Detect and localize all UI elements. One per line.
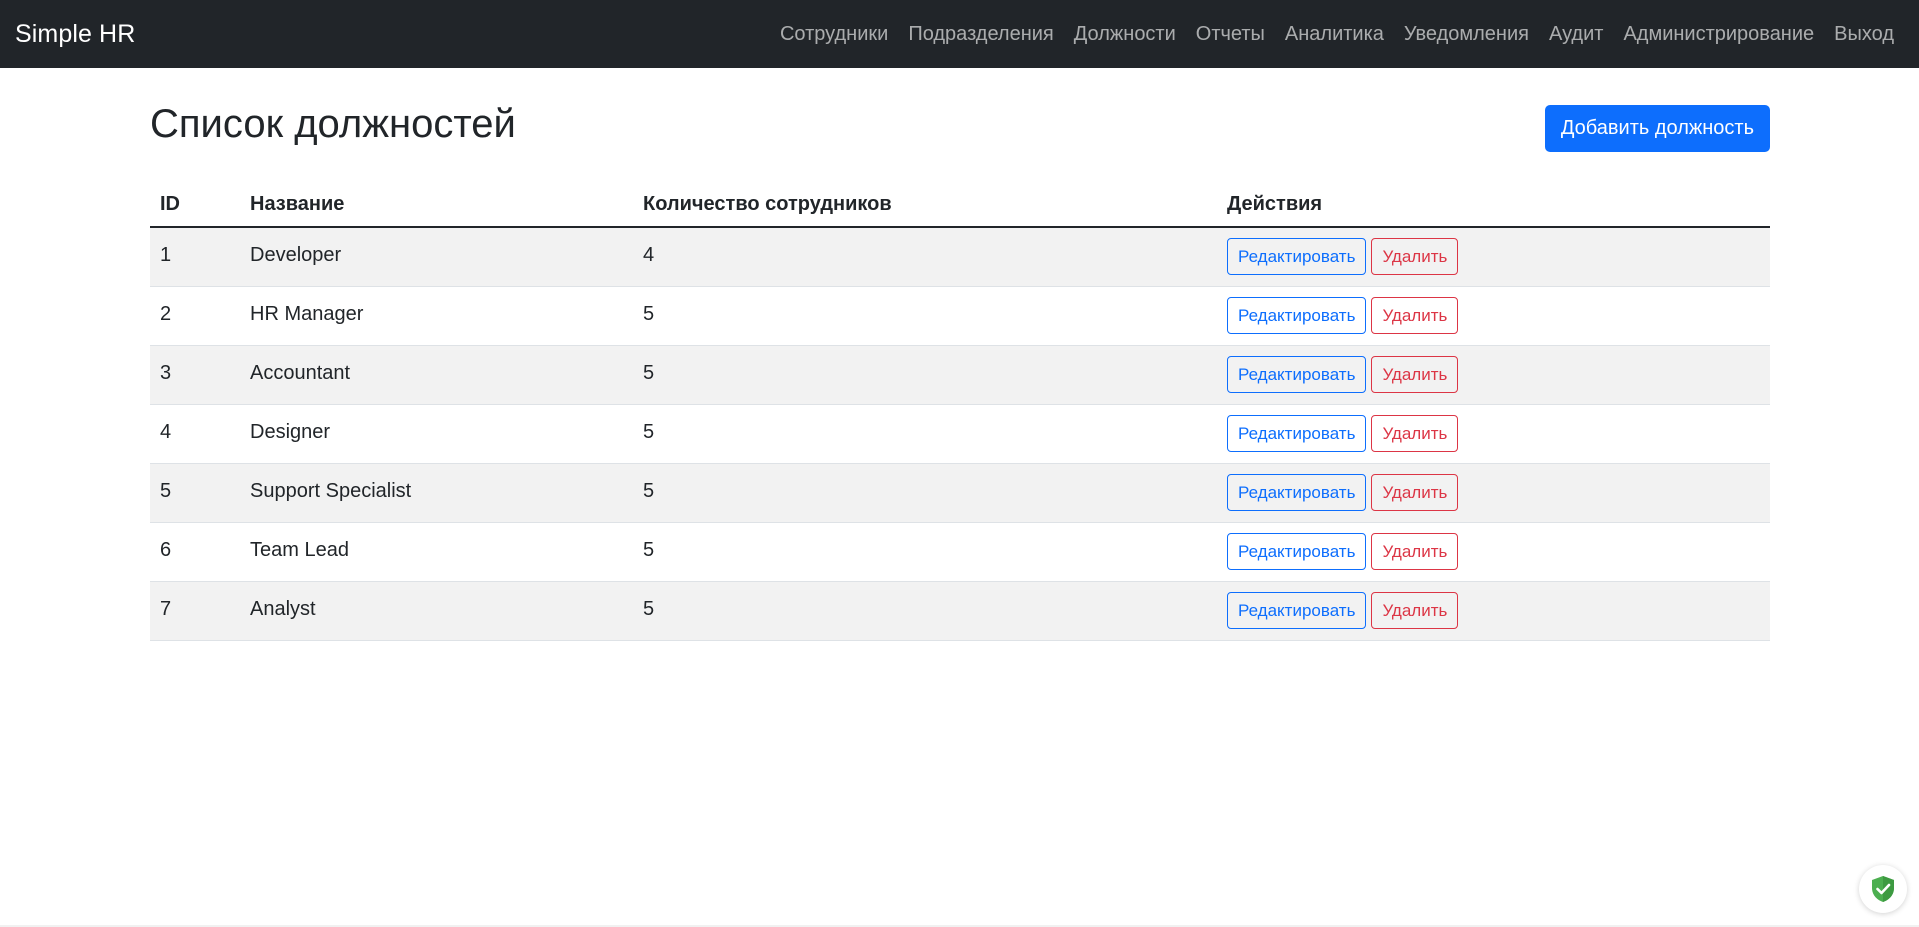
- brand-link[interactable]: Simple HR: [15, 20, 135, 49]
- cell-id: 2: [150, 286, 240, 346]
- cell-employee-count: 5: [633, 581, 1217, 641]
- delete-button[interactable]: Удалить: [1371, 356, 1459, 393]
- cell-employee-count: 5: [633, 286, 1217, 346]
- edit-button[interactable]: Редактировать: [1227, 415, 1367, 452]
- nav-link-reports[interactable]: Отчеты: [1186, 23, 1275, 46]
- cell-actions: Редактировать Удалить: [1217, 345, 1770, 405]
- cell-employee-count: 4: [633, 227, 1217, 287]
- edit-button[interactable]: Редактировать: [1227, 533, 1367, 570]
- cell-actions: Редактировать Удалить: [1217, 286, 1770, 346]
- header-id: ID: [150, 183, 240, 228]
- table-body: 1 Developer 4 Редактировать Удалить 2 HR …: [150, 227, 1770, 641]
- navbar: Simple HR Сотрудники Подразделения Должн…: [0, 0, 1919, 68]
- cell-name: Developer: [240, 227, 633, 287]
- positions-table: ID Название Количество сотрудников Дейст…: [150, 183, 1770, 641]
- table-row: 1 Developer 4 Редактировать Удалить: [150, 227, 1770, 287]
- page-title: Список должностей: [150, 102, 516, 146]
- shield-check-icon-svg: [1872, 876, 1894, 902]
- cell-actions: Редактировать Удалить: [1217, 463, 1770, 523]
- table-row: 5 Support Specialist 5 Редактировать Удал…: [150, 463, 1770, 523]
- cell-id: 4: [150, 404, 240, 464]
- cell-actions: Редактировать Удалить: [1217, 227, 1770, 287]
- nav-link-administration[interactable]: Администрирование: [1613, 23, 1824, 46]
- cell-id: 5: [150, 463, 240, 523]
- edit-button[interactable]: Редактировать: [1227, 592, 1367, 629]
- table-row: 3 Accountant 5 Редактировать Удалить: [150, 345, 1770, 405]
- add-position-button[interactable]: Добавить должность: [1544, 105, 1770, 152]
- cell-id: 3: [150, 345, 240, 405]
- table-head: ID Название Количество сотрудников Дейст…: [150, 183, 1770, 228]
- nav-links: Сотрудники Подразделения Должности Отчет…: [770, 23, 1904, 46]
- cell-actions: Редактировать Удалить: [1217, 522, 1770, 582]
- table-row: 7 Analyst 5 Редактировать Удалить: [150, 581, 1770, 641]
- cell-actions: Редактировать Удалить: [1217, 404, 1770, 464]
- cell-employee-count: 5: [633, 522, 1217, 582]
- edit-button[interactable]: Редактировать: [1227, 238, 1367, 276]
- cell-employee-count: 5: [633, 345, 1217, 405]
- header-actions: Действия: [1217, 183, 1770, 228]
- table-row: 2 HR Manager 5 Редактировать Удалить: [150, 286, 1770, 346]
- nav-link-analytics[interactable]: Аналитика: [1275, 23, 1394, 46]
- nav-link-logout[interactable]: Выход: [1824, 23, 1904, 46]
- delete-button[interactable]: Удалить: [1371, 474, 1459, 511]
- delete-button[interactable]: Удалить: [1371, 592, 1459, 629]
- table-header-row: ID Название Количество сотрудников Дейст…: [150, 183, 1770, 228]
- nav-link-positions[interactable]: Должности: [1064, 23, 1186, 46]
- delete-button[interactable]: Удалить: [1371, 533, 1459, 570]
- cell-name: Designer: [240, 404, 633, 464]
- page-header: Список должностей Добавить должность: [150, 68, 1770, 183]
- delete-button[interactable]: Удалить: [1371, 238, 1459, 276]
- header-employee-count: Количество сотрудников: [633, 183, 1217, 228]
- edit-button[interactable]: Редактировать: [1227, 474, 1367, 511]
- header-name: Название: [240, 183, 633, 228]
- cell-actions: Редактировать Удалить: [1217, 581, 1770, 641]
- cell-name: Analyst: [240, 581, 633, 641]
- table-row: 6 Team Lead 5 Редактировать Удалить: [150, 522, 1770, 582]
- nav-link-employees[interactable]: Сотрудники: [770, 23, 898, 46]
- table-row: 4 Designer 5 Редактировать Удалить: [150, 404, 1770, 464]
- cell-employee-count: 5: [633, 463, 1217, 523]
- cell-name: Team Lead: [240, 522, 633, 582]
- delete-button[interactable]: Удалить: [1371, 297, 1459, 334]
- cell-id: 7: [150, 581, 240, 641]
- shield-check-icon[interactable]: [1859, 865, 1907, 913]
- delete-button[interactable]: Удалить: [1371, 415, 1459, 452]
- cell-id: 1: [150, 227, 240, 287]
- edit-button[interactable]: Редактировать: [1227, 297, 1367, 334]
- cell-name: Accountant: [240, 345, 633, 405]
- cell-name: HR Manager: [240, 286, 633, 346]
- nav-link-notifications[interactable]: Уведомления: [1394, 23, 1539, 46]
- cell-name: Support Specialist: [240, 463, 633, 523]
- nav-link-audit[interactable]: Аудит: [1539, 23, 1613, 46]
- cell-employee-count: 5: [633, 404, 1217, 464]
- main-container: Список должностей Добавить должность ID …: [150, 68, 1770, 641]
- edit-button[interactable]: Редактировать: [1227, 356, 1367, 393]
- cell-id: 6: [150, 522, 240, 582]
- nav-link-departments[interactable]: Подразделения: [898, 23, 1063, 46]
